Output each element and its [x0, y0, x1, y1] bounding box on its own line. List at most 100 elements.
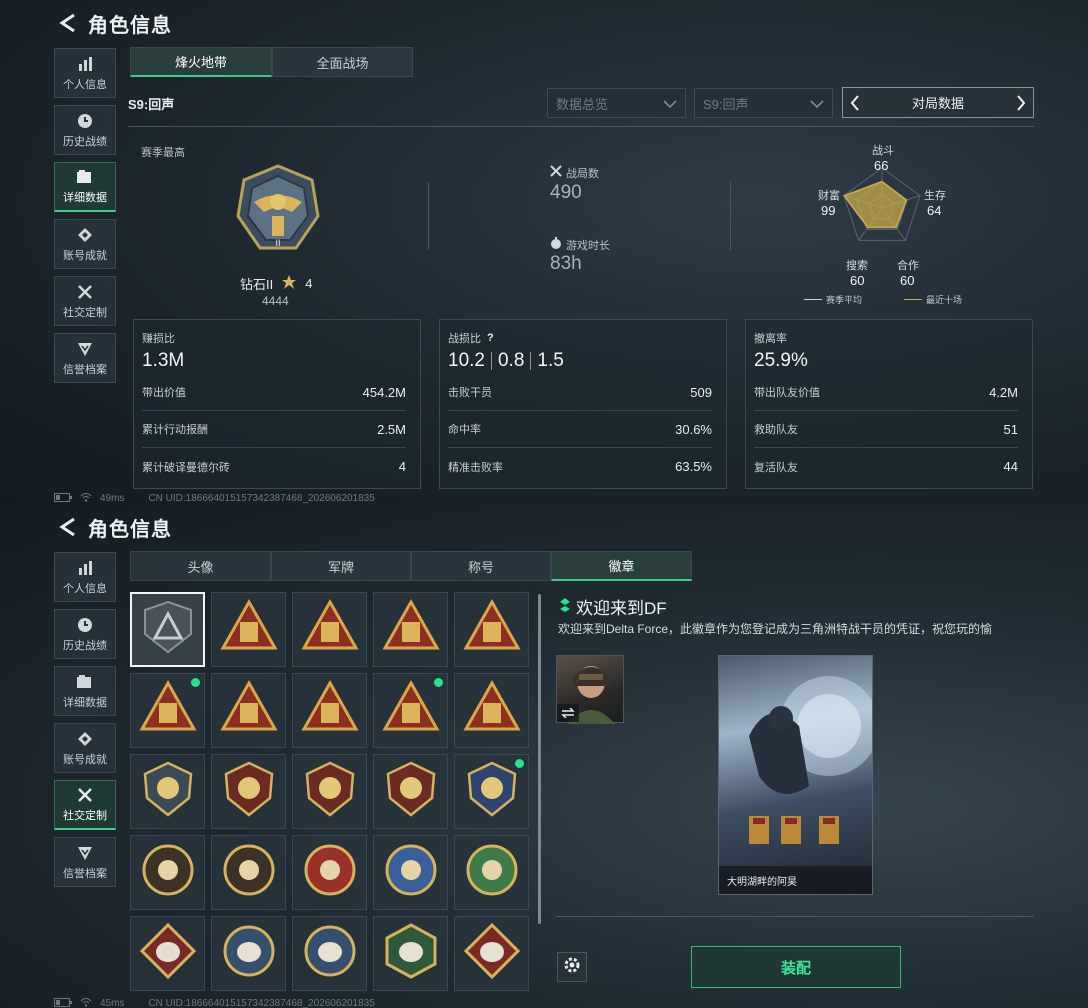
badge-item[interactable]: [130, 835, 205, 910]
stat-row: 累计破译曼德尔砖 4: [142, 448, 406, 485]
tab-hazard-zone[interactable]: 烽火地带: [130, 47, 272, 77]
nav-item-reputation[interactable]: 信誉档案: [54, 333, 116, 383]
swap-icon[interactable]: [557, 704, 579, 722]
divider: [428, 182, 429, 250]
detail-stats-screen: 角色信息 个人信息 历史战绩 详细数据 账号成就 社交定制 信誉档案 烽火地带: [0, 0, 1088, 504]
badge-item[interactable]: [130, 673, 205, 748]
data-overview-dropdown[interactable]: 数据总览: [547, 88, 686, 118]
tower-triangle-badge-icon: [381, 679, 440, 742]
nav-label: 历史战绩: [63, 639, 107, 652]
uid-text: CN UID:1866640151573423874​68_2026062018…: [148, 493, 375, 504]
radar-value-search: 60: [850, 273, 865, 288]
nav-item-achievements[interactable]: 账号成就: [54, 219, 116, 269]
back-arrow-icon[interactable]: [56, 516, 78, 538]
stat-row: 复活队友 44: [754, 448, 1018, 485]
nav-label: 账号成就: [63, 249, 107, 262]
badge-item[interactable]: [373, 835, 448, 910]
badge-item[interactable]: [454, 835, 529, 910]
achievement-icon: [76, 730, 94, 748]
settings-button[interactable]: [557, 952, 587, 982]
player-card-preview: 大明湖畔的阿昊: [718, 655, 873, 895]
badge-item[interactable]: [292, 754, 367, 829]
badge-item[interactable]: [454, 754, 529, 829]
badge-item[interactable]: [130, 592, 205, 667]
tab-badge[interactable]: 徽章: [551, 551, 692, 581]
badge-item[interactable]: [211, 835, 286, 910]
stat-row: 命中率 30.6%: [448, 411, 712, 448]
badge-item[interactable]: [454, 592, 529, 667]
s5-triangle-badge-icon: [381, 598, 440, 661]
badge-item[interactable]: [454, 673, 529, 748]
wifi-icon: [80, 492, 92, 504]
hourglass-triangle-badge-icon: [138, 679, 197, 742]
badge-item[interactable]: [211, 592, 286, 667]
season-dropdown[interactable]: S9:回声: [694, 88, 833, 118]
nav-item-match-history[interactable]: 历史战绩: [54, 105, 116, 155]
badge-grid-scrollbar[interactable]: [538, 594, 541, 924]
help-icon[interactable]: ?: [487, 332, 494, 344]
wolf-diamond-badge-icon: [139, 922, 197, 985]
nav-item-match-history[interactable]: 历史战绩: [54, 609, 116, 659]
badge-item[interactable]: [454, 916, 529, 991]
nav-item-social-custom[interactable]: 社交定制: [54, 276, 116, 326]
rose-diamond-badge-icon: [139, 760, 197, 823]
badge-item[interactable]: [292, 916, 367, 991]
eagle-circle-alt-badge-icon: [301, 922, 359, 985]
rifle-blue-shield-badge-icon: [301, 841, 359, 904]
badge-item[interactable]: [292, 673, 367, 748]
row-label: 击败干员: [448, 387, 492, 399]
stat-row: 击败干员 509: [448, 374, 712, 411]
badge-item[interactable]: [292, 592, 367, 667]
tab-avatar[interactable]: 头像: [130, 551, 271, 581]
row-value: 509: [690, 384, 712, 400]
kd-value-3: 1.5: [537, 350, 564, 371]
badge-item[interactable]: [211, 754, 286, 829]
nav-item-personal-info[interactable]: 个人信息: [54, 552, 116, 602]
custom-tabs: 头像 军牌 称号 徽章: [130, 551, 692, 581]
nav-item-detailed-data[interactable]: 详细数据: [54, 666, 116, 716]
card-title-row: 战损比 ?: [448, 330, 712, 346]
badge-item[interactable]: [292, 835, 367, 910]
stat-row: 救助队友 51: [754, 411, 1018, 448]
nav-item-detailed-data[interactable]: 详细数据: [54, 162, 116, 212]
badge-item[interactable]: [373, 916, 448, 991]
badge-item[interactable]: [373, 673, 448, 748]
chevron-right-icon[interactable]: [1013, 93, 1029, 113]
badge-item[interactable]: [211, 673, 286, 748]
shield-rank-icon: [76, 844, 94, 862]
tab-dogtag[interactable]: 军牌: [271, 551, 411, 581]
nav-item-social-custom[interactable]: 社交定制: [54, 780, 116, 830]
row-value: 4.2M: [989, 384, 1018, 400]
nav-item-reputation[interactable]: 信誉档案: [54, 837, 116, 887]
playtime-label: 游戏时长: [566, 240, 610, 252]
nav-item-personal-info[interactable]: 个人信息: [54, 48, 116, 98]
rifle-green-shield-badge-icon: [382, 841, 440, 904]
uid-text: CN UID:1866640151573423874​68_2026062018…: [148, 998, 375, 1008]
tab-title[interactable]: 称号: [411, 551, 551, 581]
badge-item[interactable]: [373, 754, 448, 829]
rank-emblem-icon: II: [232, 162, 324, 258]
ability-radar: 战斗 66 生存 64 合作 60 搜索 60 财富 99 赛季平均 最近十场: [800, 140, 970, 308]
badge-item[interactable]: [211, 916, 286, 991]
badge-item[interactable]: [373, 592, 448, 667]
nav-label: 详细数据: [63, 696, 107, 709]
nav-item-achievements[interactable]: 账号成就: [54, 723, 116, 773]
row-label: 复活队友: [754, 461, 798, 474]
equip-button[interactable]: 装配: [691, 946, 901, 988]
legend-swatch-recent: [904, 299, 922, 300]
bar-chart-icon: [76, 55, 94, 73]
page-title: 角色信息: [88, 14, 172, 37]
chevron-left-icon[interactable]: [847, 93, 863, 113]
page-title: 角色信息: [88, 518, 172, 541]
back-arrow-icon[interactable]: [56, 12, 78, 34]
gear-icon: [563, 956, 581, 979]
badge-item[interactable]: [130, 754, 205, 829]
card-rows: 击败干员 509 命中率 30.6% 精准击败率 63.5%: [448, 374, 712, 485]
radar-label-wealth: 财富: [818, 190, 840, 202]
folder-icon: [76, 168, 94, 186]
badge-item[interactable]: [130, 916, 205, 991]
match-data-pager: 对局数据: [842, 87, 1034, 118]
avatar[interactable]: [556, 655, 624, 724]
row-label: 带出价值: [142, 387, 186, 399]
tab-full-battlefield[interactable]: 全面战场: [272, 47, 413, 77]
